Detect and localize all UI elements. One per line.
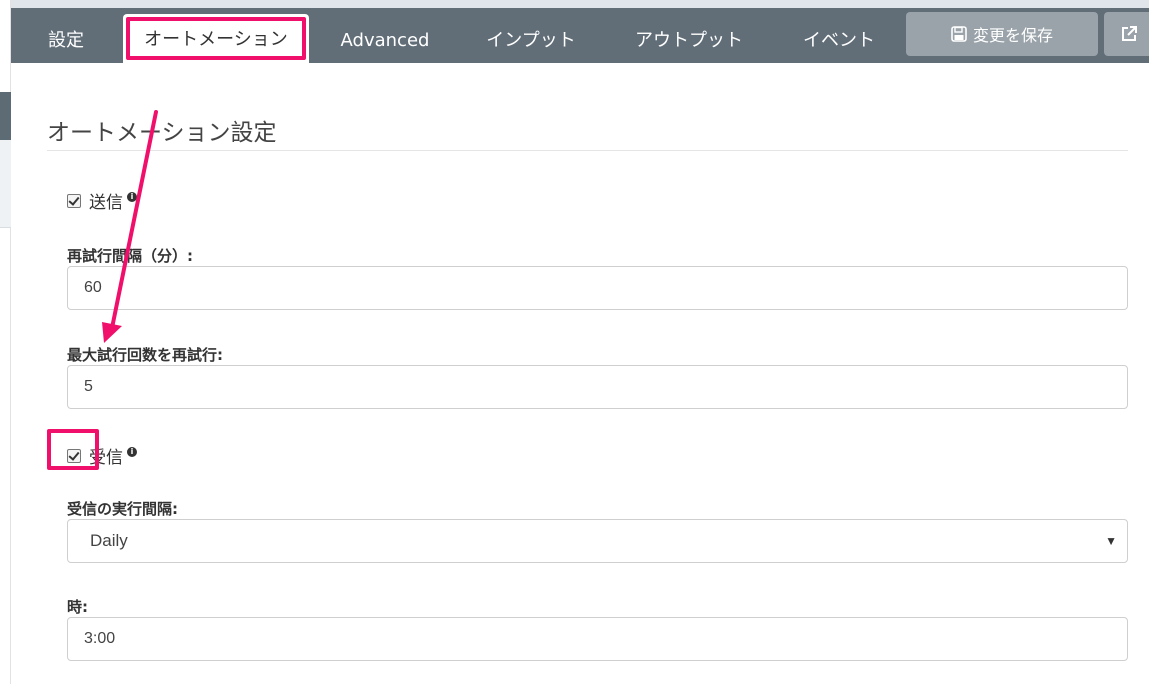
annotation-arrow — [102, 110, 158, 343]
